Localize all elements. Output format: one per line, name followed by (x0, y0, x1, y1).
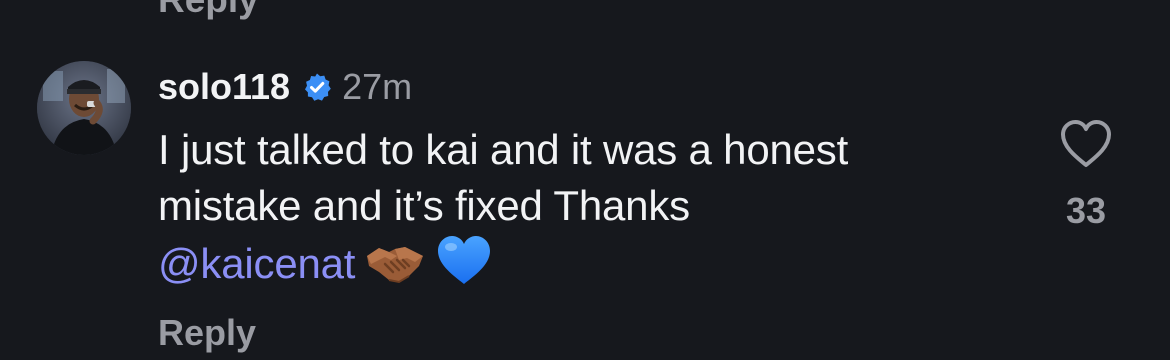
timestamp: 27m (342, 66, 413, 107)
comment-text-line-1: I just talked to kai and it was a honest (158, 126, 849, 173)
comment-text: I just talked to kai and it was a honest… (158, 122, 1038, 300)
username[interactable]: solo118 (158, 66, 290, 108)
verified-badge-icon (302, 72, 332, 102)
avatar[interactable] (37, 61, 131, 155)
comment-header: solo118 27m (158, 64, 412, 110)
avatar-image (37, 61, 131, 155)
handshake-emoji (365, 240, 425, 300)
blue-heart-emoji (435, 234, 493, 300)
comment-text-line-2: mistake and it’s fixed Thanks (158, 182, 690, 229)
reply-button[interactable]: Reply (158, 312, 256, 354)
comment-text-line-3: @kaicenat (158, 234, 1038, 300)
comment: solo118 27m I just talked to kai and it … (0, 0, 1170, 360)
heart-outline-icon[interactable] (1058, 118, 1114, 170)
like-count: 33 (1065, 190, 1107, 231)
mention-link[interactable]: @kaicenat (158, 240, 355, 287)
